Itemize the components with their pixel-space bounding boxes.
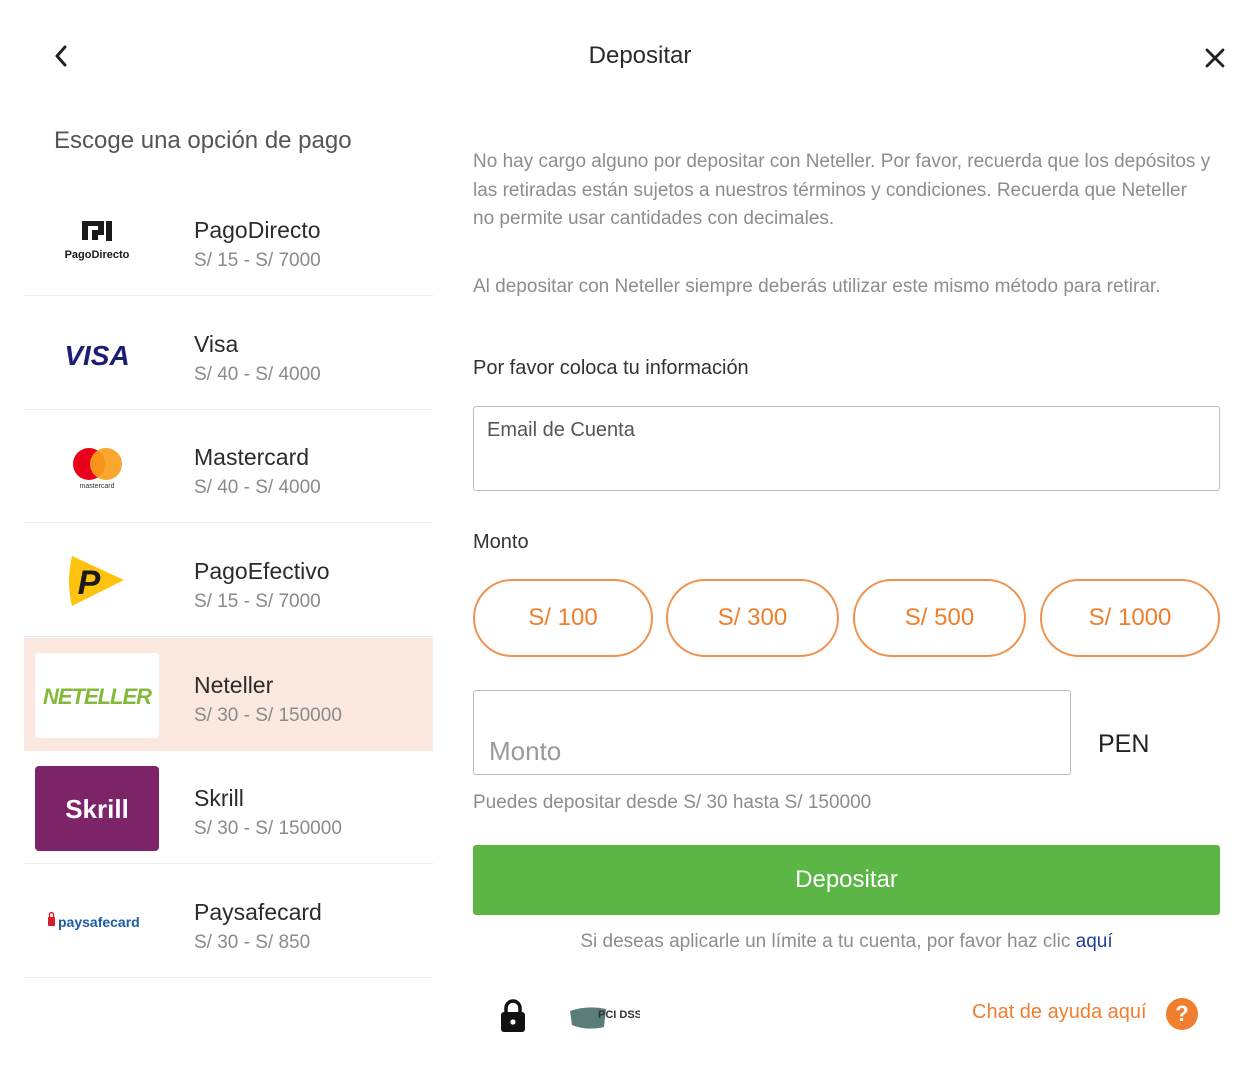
amount-option-100[interactable]: S/ 100 <box>473 579 653 657</box>
mastercard-logo: mastercard <box>35 425 159 510</box>
payment-method-visa[interactable]: VISA Visa S/ 40 - S/ 4000 <box>24 297 433 410</box>
help-icon[interactable]: ? <box>1166 998 1198 1030</box>
method-range: S/ 40 - S/ 4000 <box>194 364 321 385</box>
method-name: Mastercard <box>194 444 310 470</box>
payment-method-neteller[interactable]: NETELLER Neteller S/ 30 - S/ 150000 <box>24 638 433 751</box>
amount-hint: Puedes depositar desde S/ 30 hasta S/ 15… <box>473 792 872 813</box>
modal-header: Depositar <box>0 0 1254 110</box>
method-range: S/ 40 - S/ 4000 <box>194 477 321 498</box>
email-field-label: Email de Cuenta <box>487 419 635 441</box>
limit-notice: Si deseas aplicarle un límite a tu cuent… <box>473 931 1220 953</box>
skrill-logo-text: Skrill <box>65 794 129 824</box>
email-field[interactable]: Email de Cuenta <box>473 406 1220 491</box>
method-range: S/ 30 - S/ 150000 <box>194 818 342 839</box>
limit-link[interactable]: aquí <box>1076 931 1113 952</box>
pci-dss-badge: PCI DSS <box>570 1007 640 1029</box>
form-heading: Por favor coloca tu información <box>473 357 749 379</box>
close-button[interactable] <box>1197 40 1233 76</box>
pagoefectivo-logo-text: P <box>78 564 101 602</box>
lock-icon <box>501 999 525 1032</box>
amount-option-1000[interactable]: S/ 1000 <box>1040 579 1220 657</box>
amount-input[interactable] <box>473 690 1071 775</box>
paysafecard-logo: paysafecard <box>35 880 159 965</box>
info-text-charges: No hay cargo alguno por depositar con Ne… <box>473 151 1211 229</box>
pagoefectivo-logo: P <box>35 539 159 624</box>
payment-method-skrill[interactable]: Skrill Skrill S/ 30 - S/ 150000 <box>24 751 433 864</box>
method-name: Paysafecard <box>194 899 322 925</box>
neteller-logo: NETELLER <box>35 653 159 738</box>
help-chat-link[interactable]: Chat de ayuda aquí <box>972 1001 1147 1024</box>
neteller-logo-text: NETELLER <box>43 684 152 709</box>
skrill-logo: Skrill <box>35 766 159 851</box>
amount-label: Monto <box>473 531 529 553</box>
method-name: PagoEfectivo <box>194 558 330 584</box>
payment-method-pagodirecto[interactable]: PagoDirecto PagoDirecto S/ 15 - S/ 7000 <box>24 183 433 296</box>
method-name: Neteller <box>194 672 274 698</box>
page-title: Depositar <box>588 42 692 69</box>
method-name: Skrill <box>194 785 244 811</box>
method-range: S/ 15 - S/ 7000 <box>194 591 321 612</box>
method-range: S/ 15 - S/ 7000 <box>194 250 321 271</box>
method-name: Visa <box>194 331 239 357</box>
method-range: S/ 30 - S/ 150000 <box>194 705 342 726</box>
amount-option-500[interactable]: S/ 500 <box>853 579 1026 657</box>
visa-logo-text: VISA <box>64 340 129 371</box>
sidebar-heading: Escoge una opción de pago <box>54 127 352 154</box>
paysafecard-logo-text: paysafecard <box>58 914 140 930</box>
close-icon <box>1205 48 1225 68</box>
visa-logo: VISA <box>35 312 159 397</box>
info-text-withdraw: Al depositar con Neteller siempre deberá… <box>473 276 1161 297</box>
pagodirecto-logo-text: PagoDirecto <box>65 249 130 261</box>
method-range: S/ 30 - S/ 850 <box>194 932 311 953</box>
limit-notice-text: Si deseas aplicarle un límite a tu cuent… <box>580 931 1071 952</box>
pci-dss-label: PCI DSS <box>598 1009 640 1021</box>
method-name: PagoDirecto <box>194 217 321 243</box>
payment-method-list: Escoge una opción de pago PagoDirecto Pa… <box>24 110 433 1082</box>
mastercard-logo-text: mastercard <box>79 483 114 490</box>
payment-method-paysafecard[interactable]: paysafecard Paysafecard S/ 30 - S/ 850 <box>24 865 433 978</box>
payment-method-pagoefectivo[interactable]: P PagoEfectivo S/ 15 - S/ 7000 <box>24 524 433 637</box>
payment-method-mastercard[interactable]: mastercard Mastercard S/ 40 - S/ 4000 <box>24 410 433 523</box>
currency-label: PEN <box>1098 730 1150 758</box>
amount-option-300[interactable]: S/ 300 <box>666 579 839 657</box>
pagodirecto-logo: PagoDirecto <box>35 198 159 283</box>
deposit-submit-button[interactable]: Depositar <box>473 845 1220 915</box>
